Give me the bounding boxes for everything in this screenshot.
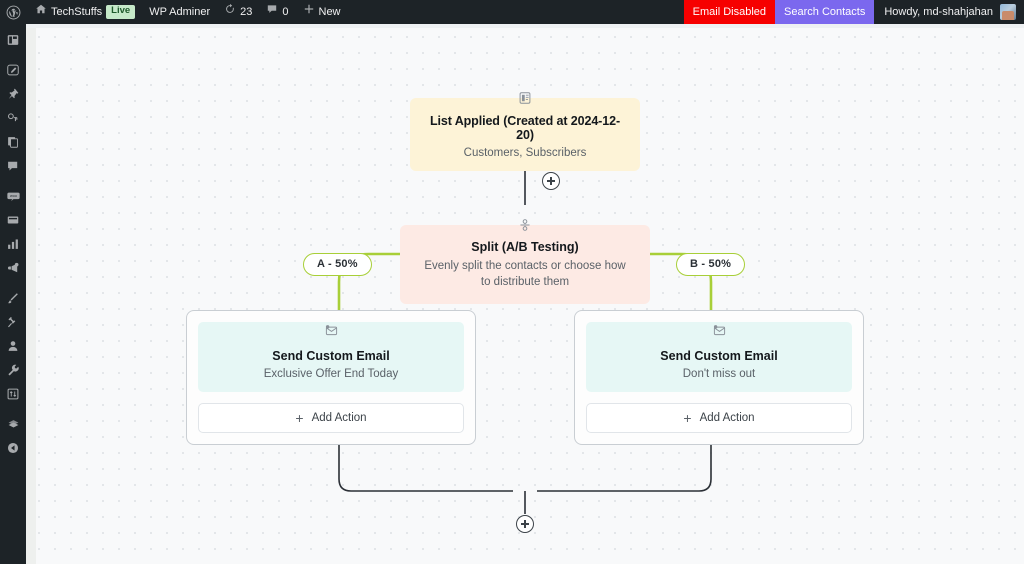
list-applied-icon [514, 88, 536, 108]
site-name-label: TechStuffs [51, 6, 103, 18]
branch-pill-a[interactable]: A - 50% [303, 253, 372, 276]
email-node-b[interactable]: Send Custom Email Don't miss out [586, 322, 852, 392]
add-action-label-a: Add Action [311, 412, 367, 424]
branch-pill-b[interactable]: B - 50% [676, 253, 746, 276]
avatar [1000, 4, 1016, 20]
users-icon [6, 339, 20, 353]
appearance-brush-icon [6, 291, 20, 305]
split-node[interactable]: Split (A/B Testing) Evenly split the con… [400, 219, 650, 305]
dashboard-icon [6, 33, 20, 47]
trigger-node[interactable]: List Applied (Created at 2024-12-20) Cus… [410, 92, 640, 171]
adminbar-spacer [348, 0, 684, 24]
live-badge: Live [106, 5, 136, 19]
sidebar-item-posts[interactable] [0, 58, 26, 82]
email-node-a[interactable]: Send Custom Email Exclusive Offer End To… [198, 322, 464, 392]
plus-icon: + [295, 410, 304, 426]
sidebar-item-layers[interactable] [0, 412, 26, 436]
pages-icon [6, 135, 20, 149]
add-action-button-a[interactable]: + Add Action [198, 403, 464, 433]
send-email-icon [708, 320, 730, 340]
comments-button[interactable]: 0 [259, 0, 295, 24]
branch-box-b[interactable]: Send Custom Email Don't miss out + Add A… [574, 310, 864, 445]
email-title-b: Send Custom Email [660, 349, 778, 363]
sidebar-item-media[interactable] [0, 82, 26, 106]
add-action-label-b: Add Action [699, 412, 755, 424]
media-pin-icon [6, 87, 20, 101]
new-content-label: New [318, 6, 341, 18]
email-subtitle-b: Don't miss out [682, 368, 756, 380]
sidebar-item-plugins[interactable] [0, 310, 26, 334]
wp-adminer-label: WP Adminer [149, 6, 211, 18]
wp-adminer-menu[interactable]: WP Adminer [142, 0, 217, 24]
comments-icon [6, 159, 20, 173]
sidebar-item-woocommerce[interactable]: woo [0, 184, 26, 208]
layers-icon [6, 417, 21, 431]
email-subtitle-a: Exclusive Offer End Today [263, 368, 399, 380]
sidebar-item-comments[interactable] [0, 154, 26, 178]
tools-wrench-icon [6, 363, 20, 377]
marketing-megaphone-icon [6, 261, 20, 275]
sidebar-item-products[interactable] [0, 208, 26, 232]
email-title-a: Send Custom Email [272, 349, 390, 363]
updates-icon [224, 0, 236, 24]
split-branch-icon [514, 215, 536, 235]
wp-admin-bar: TechStuffs Live WP Adminer 23 0 New Emai… [0, 0, 1024, 24]
sidebar-item-dashboard[interactable] [0, 28, 26, 52]
svg-text:woo: woo [10, 194, 17, 198]
sidebar-item-appearance[interactable] [0, 286, 26, 310]
site-name-menu[interactable]: TechStuffs Live [28, 0, 142, 24]
sidebar-item-marketing[interactable] [0, 256, 26, 280]
add-step-after-trigger[interactable] [542, 172, 560, 190]
sidebar-item-users[interactable] [0, 334, 26, 358]
sidebar-item-tools[interactable] [0, 358, 26, 382]
links-icon [6, 111, 20, 125]
trigger-card[interactable]: List Applied (Created at 2024-12-20) Cus… [410, 98, 640, 171]
sidebar-item-analytics[interactable] [0, 232, 26, 256]
add-step-after-merge[interactable] [516, 515, 534, 533]
comment-bubble-icon [266, 0, 278, 24]
plus-icon: + [683, 410, 692, 426]
howdy-label: Howdy, md-shahjahan [884, 6, 993, 18]
trigger-title: List Applied (Created at 2024-12-20) [429, 114, 621, 142]
settings-sliders-icon [6, 387, 20, 401]
branch-box-a[interactable]: Send Custom Email Exclusive Offer End To… [186, 310, 476, 445]
home-icon [35, 0, 47, 24]
howdy-user-menu[interactable]: Howdy, md-shahjahan [874, 0, 1024, 24]
plus-icon [303, 0, 315, 24]
add-action-button-b[interactable]: + Add Action [586, 403, 852, 433]
send-email-icon [320, 320, 342, 340]
search-contacts-button[interactable]: Search Contacts [775, 0, 875, 24]
wp-admin-sidebar: woo [0, 24, 26, 564]
email-disabled-badge[interactable]: Email Disabled [683, 0, 776, 24]
workflow-canvas[interactable]: List Applied (Created at 2024-12-20) Cus… [26, 24, 1024, 564]
split-subtitle: Evenly split the contacts or choose how … [424, 260, 626, 288]
split-title: Split (A/B Testing) [471, 240, 579, 254]
updates-button[interactable]: 23 [217, 0, 259, 24]
posts-icon [6, 63, 20, 77]
collapse-icon [6, 441, 20, 455]
sidebar-item-links[interactable] [0, 106, 26, 130]
wordpress-logo-icon [6, 5, 21, 20]
comments-count: 0 [282, 6, 289, 18]
workflow-nodes-layer: List Applied (Created at 2024-12-20) Cus… [26, 24, 1024, 564]
woo-icon: woo [6, 189, 21, 203]
trigger-subtitle: Customers, Subscribers [463, 147, 587, 159]
wordpress-logo-button[interactable] [0, 0, 28, 24]
split-card[interactable]: Split (A/B Testing) Evenly split the con… [400, 225, 650, 305]
sidebar-item-collapse[interactable] [0, 436, 26, 460]
plugins-plug-icon [6, 315, 20, 329]
products-icon [6, 213, 20, 227]
analytics-icon [6, 237, 20, 251]
sidebar-item-settings[interactable] [0, 382, 26, 406]
new-content-button[interactable]: New [296, 0, 348, 24]
sidebar-item-pages[interactable] [0, 130, 26, 154]
updates-count: 23 [240, 6, 253, 18]
